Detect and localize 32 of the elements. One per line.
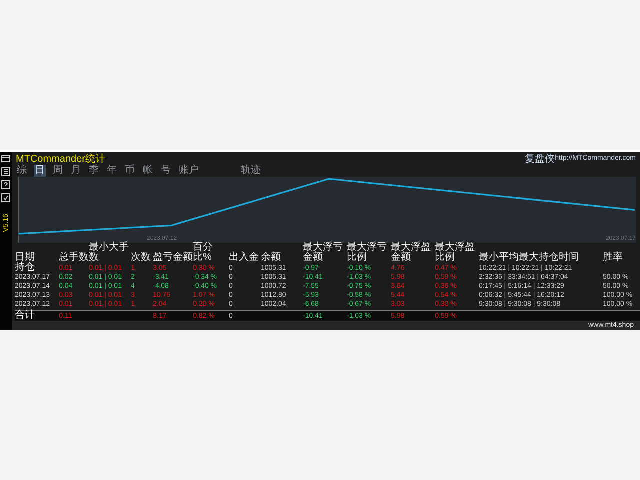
column-header: 最大浮盈比例 [435, 243, 476, 263]
column-header: 胜率 [603, 253, 624, 263]
tab[interactable]: 日 [34, 165, 46, 177]
tab[interactable]: 币 [124, 165, 136, 177]
tab[interactable]: 帐 [142, 165, 154, 177]
column-header: 次数 [131, 253, 152, 263]
column-header: 最大浮盈金额 [391, 243, 432, 263]
tab[interactable]: 账户 [178, 165, 200, 177]
tab[interactable]: 季 [88, 165, 100, 177]
tab[interactable]: 周 [52, 165, 64, 177]
tab[interactable]: 月 [70, 165, 82, 177]
column-header: 最小大手数 [89, 243, 130, 263]
table-cell-text: 合计 [15, 311, 36, 321]
window-title: MTCommander统计 [16, 152, 106, 164]
tab[interactable]: 号 [160, 165, 172, 177]
column-header: 最大浮亏金额 [303, 243, 344, 263]
column-header: 盈亏金额 [153, 253, 193, 263]
column-header: 最大浮亏比例 [347, 243, 388, 263]
help-icon[interactable] [1, 180, 11, 190]
column-header: 日期 [15, 253, 36, 263]
column-header: 百分比% [193, 243, 214, 263]
tab[interactable]: 综 [16, 165, 28, 177]
column-header: 最小平均最大持仓时间 [479, 253, 580, 263]
table-icon[interactable] [1, 167, 11, 177]
tab[interactable]: 年 [106, 165, 118, 177]
column-header: 余额 [261, 253, 282, 263]
check-icon[interactable] [1, 193, 11, 203]
column-header: 总手数 [59, 253, 89, 263]
table-cell-text: 持仓 [15, 263, 36, 273]
column-header: 出入金 [229, 253, 260, 263]
window-icon[interactable] [1, 154, 11, 164]
tab[interactable]: 轨迹 [240, 165, 262, 177]
